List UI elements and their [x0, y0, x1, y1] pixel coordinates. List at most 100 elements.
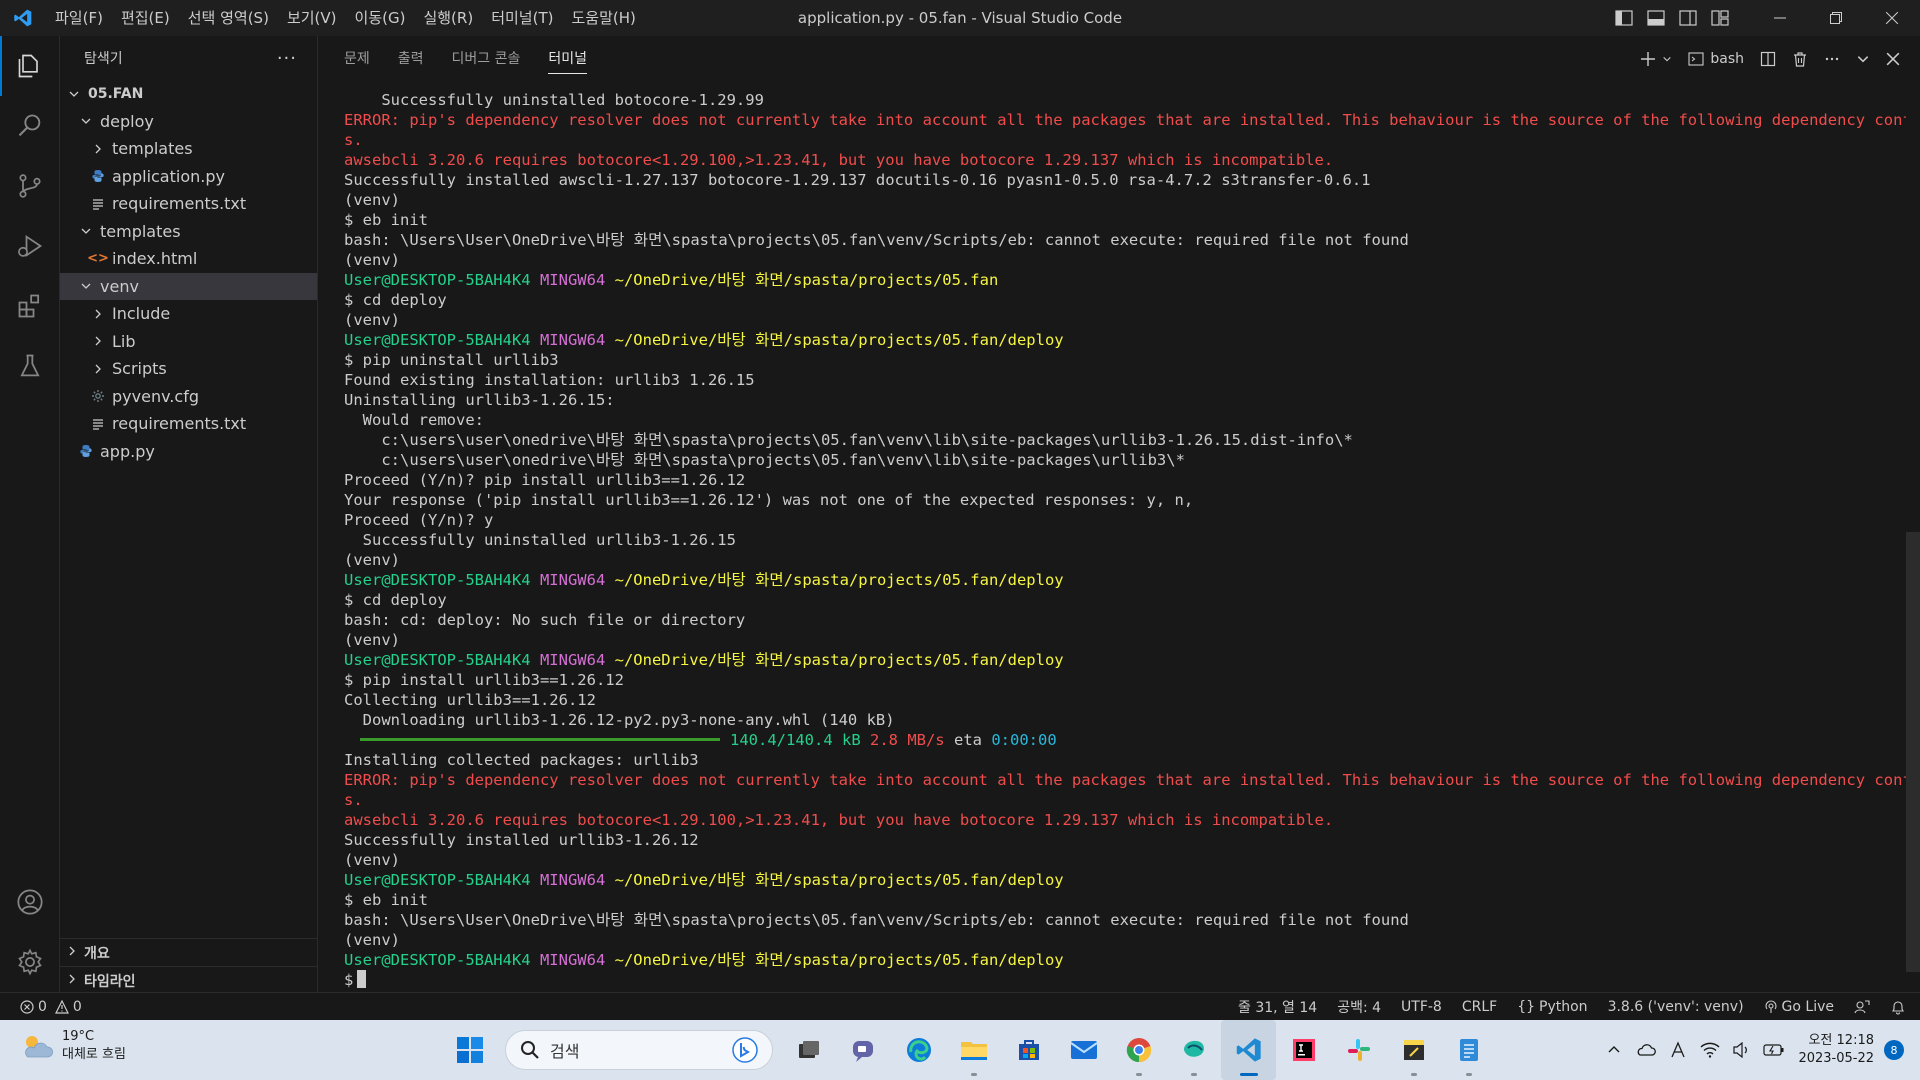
menu-item[interactable]: 선택 영역(S) — [179, 0, 278, 36]
kill-terminal-trash-icon[interactable] — [1784, 36, 1816, 82]
wifi-icon[interactable] — [1694, 1020, 1726, 1080]
toggle-panel-icon[interactable] — [1640, 0, 1672, 36]
tree-file[interactable]: <> index.html — [60, 245, 317, 273]
feedback-icon[interactable] — [1844, 993, 1880, 1021]
tree-folder[interactable]: deploy — [60, 108, 317, 136]
tree-item-label: application.py — [112, 166, 225, 186]
status-right: 줄 31, 열 14 공백: 4 UTF-8 CRLF {} Python 3.… — [1228, 993, 1920, 1021]
run-debug-icon[interactable] — [0, 216, 60, 276]
intellij-icon[interactable] — [1276, 1020, 1331, 1080]
new-terminal-icon[interactable] — [1632, 36, 1680, 82]
toggle-secondary-sidebar-icon[interactable] — [1672, 0, 1704, 36]
customize-layout-icon[interactable] — [1704, 0, 1736, 36]
terminal-text: Successfully uninstalled botocore-1.29.9… — [344, 91, 764, 109]
menu-item[interactable]: 편집(E) — [112, 0, 179, 36]
battery-icon[interactable] — [1758, 1020, 1790, 1080]
notepad-icon[interactable] — [1441, 1020, 1496, 1080]
tree-file[interactable]: requirements.txt — [60, 190, 317, 218]
ime-language-icon[interactable] — [1662, 1020, 1694, 1080]
go-live-button[interactable]: Go Live — [1754, 993, 1844, 1021]
vscode-taskbar-icon[interactable] — [1221, 1020, 1276, 1080]
extensions-icon[interactable] — [0, 276, 60, 336]
panel-tab[interactable]: 터미널 — [548, 36, 587, 82]
terminal-text: $ eb init — [344, 211, 428, 229]
tree-file[interactable]: requirements.txt — [60, 410, 317, 438]
terminal-text: ERROR: pip's dependency resolver does no… — [344, 771, 1906, 789]
panel-tab[interactable]: 디버그 콘솔 — [452, 36, 521, 82]
timeline-section[interactable]: 타임라인 — [60, 966, 318, 994]
language-mode[interactable]: {} Python — [1507, 993, 1597, 1021]
tree-folder[interactable]: venv — [60, 272, 317, 300]
terminal-output[interactable]: Successfully uninstalled botocore-1.29.9… — [344, 90, 1906, 990]
minimize-button[interactable] — [1752, 0, 1808, 36]
text-file-icon — [90, 417, 106, 431]
menu-item[interactable]: 파일(F) — [46, 0, 112, 36]
sticky-notes-icon[interactable] — [1386, 1020, 1441, 1080]
tree-item-label: Lib — [112, 331, 136, 351]
accounts-icon[interactable] — [0, 872, 60, 932]
chevron-up-icon[interactable] — [1598, 1020, 1630, 1080]
panel-tab[interactable]: 출력 — [398, 36, 424, 82]
tree-file[interactable]: application.py — [60, 163, 317, 191]
menu-item[interactable]: 이동(G) — [346, 0, 415, 36]
outline-section[interactable]: 개요 — [60, 938, 318, 966]
menu-item[interactable]: 도움말(H) — [562, 0, 644, 36]
tree-folder[interactable]: templates — [60, 135, 317, 163]
tree-file[interactable]: app.py — [60, 438, 317, 466]
more-actions-icon[interactable]: ··· — [277, 48, 297, 69]
slack-icon[interactable] — [1331, 1020, 1386, 1080]
encoding[interactable]: UTF-8 — [1391, 993, 1452, 1021]
task-view-icon[interactable] — [781, 1020, 836, 1080]
tree-folder[interactable]: Lib — [60, 328, 317, 356]
explorer-icon[interactable] — [0, 36, 60, 96]
tree-folder[interactable]: Scripts — [60, 355, 317, 383]
file-explorer-icon[interactable] — [946, 1020, 1001, 1080]
timeline-label: 타임라인 — [84, 973, 136, 990]
panel-tab[interactable]: 문제 — [344, 36, 370, 82]
notification-badge[interactable]: 8 — [1884, 1040, 1904, 1060]
chrome-icon[interactable] — [1111, 1020, 1166, 1080]
workspace-root[interactable]: 05.FAN — [60, 80, 317, 108]
tree-folder[interactable]: templates — [60, 218, 317, 246]
volume-icon[interactable] — [1726, 1020, 1758, 1080]
line-ending[interactable]: CRLF — [1452, 993, 1507, 1021]
terminal-shell-selector[interactable]: bash — [1680, 36, 1752, 82]
pycharm-like-app-icon[interactable] — [1166, 1020, 1221, 1080]
problems-status[interactable]: 0 0 — [20, 993, 92, 1021]
more-actions-icon[interactable] — [1816, 36, 1848, 82]
taskbar-search[interactable]: 검색 — [505, 1030, 773, 1070]
restore-button[interactable] — [1808, 0, 1864, 36]
split-terminal-icon[interactable] — [1752, 36, 1784, 82]
testing-icon[interactable] — [0, 336, 60, 396]
search-icon[interactable] — [0, 96, 60, 156]
python-interpreter[interactable]: 3.8.6 ('venv': venv) — [1598, 993, 1754, 1021]
vscode-logo-icon[interactable] — [0, 0, 46, 36]
cursor-position[interactable]: 줄 31, 열 14 — [1228, 993, 1327, 1021]
toggle-primary-sidebar-icon[interactable] — [1608, 0, 1640, 36]
mail-icon[interactable] — [1056, 1020, 1111, 1080]
menu-item[interactable]: 보기(V) — [278, 0, 346, 36]
weather-widget[interactable]: 19°C 대체로 흐림 — [20, 1028, 126, 1064]
menu-item[interactable]: 터미널(T) — [482, 0, 562, 36]
download-progress-bar — [360, 738, 720, 741]
menu-item[interactable]: 실행(R) — [414, 0, 482, 36]
terminal-line: awsebcli 3.20.6 requires botocore<1.29.1… — [344, 150, 1906, 170]
edge-browser-icon[interactable] — [891, 1020, 946, 1080]
close-panel-icon[interactable] — [1878, 36, 1908, 82]
tree-folder[interactable]: Include — [60, 300, 317, 328]
terminal-text: User@DESKTOP-5BAH4K4 — [344, 571, 531, 589]
teams-chat-icon[interactable] — [836, 1020, 891, 1080]
terminal-scrollbar[interactable] — [1906, 532, 1920, 972]
clock[interactable]: 오전 12:18 2023-05-22 — [1790, 1032, 1884, 1068]
maximize-panel-chevron-icon[interactable] — [1848, 36, 1878, 82]
microsoft-store-icon[interactable] — [1001, 1020, 1056, 1080]
close-button[interactable] — [1864, 0, 1920, 36]
tree-file[interactable]: pyvenv.cfg — [60, 383, 317, 411]
manage-gear-icon[interactable] — [0, 932, 60, 992]
onedrive-cloud-icon[interactable] — [1630, 1020, 1662, 1080]
temperature: 19°C — [62, 1029, 95, 1044]
notifications-bell-icon[interactable] — [1880, 993, 1920, 1021]
start-button[interactable] — [442, 1020, 497, 1080]
source-control-icon[interactable] — [0, 156, 60, 216]
indentation[interactable]: 공백: 4 — [1327, 993, 1391, 1021]
